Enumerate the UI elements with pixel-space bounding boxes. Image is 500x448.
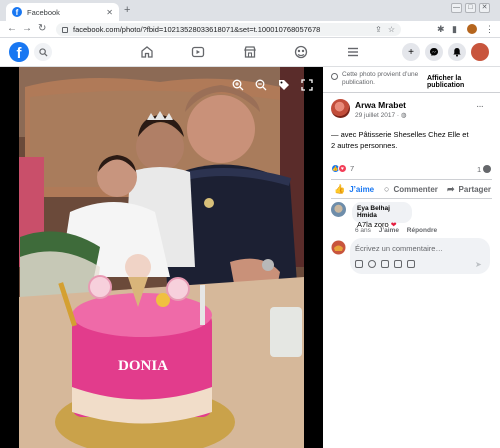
sticker-icon[interactable] xyxy=(355,260,363,268)
comment-reply-link[interactable]: Répondre xyxy=(407,227,437,234)
messenger-icon xyxy=(430,48,438,56)
post-tag-text: — avec Pâtisserie Sheselles Chez Elle et… xyxy=(331,129,469,151)
forward-icon[interactable]: → xyxy=(22,23,32,34)
browser-menu-icon[interactable]: ⋮ xyxy=(485,24,494,35)
messenger-button[interactable] xyxy=(425,43,443,61)
search-icon xyxy=(38,47,48,57)
groups-icon[interactable] xyxy=(294,45,308,59)
side-panel-icon[interactable]: ▮ xyxy=(452,24,457,35)
reaction-summary[interactable]: 👍 ♥ 7 xyxy=(331,164,354,173)
lock-icon xyxy=(62,26,68,33)
photo-viewer: DONIA xyxy=(0,67,323,448)
comment-meta: 6 ans J’aime Répondre xyxy=(355,227,437,234)
info-icon xyxy=(331,73,338,80)
gif-icon[interactable] xyxy=(394,260,402,268)
marketplace-icon[interactable] xyxy=(243,45,257,59)
share-icon[interactable]: ⇪ xyxy=(375,25,382,34)
bookmark-star-icon[interactable]: ☆ xyxy=(388,25,395,34)
search-button[interactable] xyxy=(34,43,52,61)
comment-button[interactable]: ○ Commenter xyxy=(384,184,438,194)
send-icon[interactable]: ➤ xyxy=(475,260,482,269)
reload-icon[interactable]: ↻ xyxy=(38,23,46,34)
birthday-photo: DONIA xyxy=(19,67,304,448)
avatar-sticker-icon[interactable] xyxy=(407,260,415,268)
menu-icon[interactable] xyxy=(346,45,360,59)
window-controls: — □ ✕ xyxy=(451,3,490,13)
back-icon[interactable]: ← xyxy=(7,23,17,34)
create-button[interactable]: + xyxy=(402,43,420,61)
author-name[interactable]: Arwa Mrabet xyxy=(355,100,406,110)
reaction-count: 7 xyxy=(350,164,355,173)
globe-icon: ◍ xyxy=(400,112,407,119)
new-tab-button[interactable]: + xyxy=(124,4,130,16)
cake-name-text: DONIA xyxy=(118,358,168,374)
like-button[interactable]: 👍 J’aime xyxy=(334,184,374,195)
minimize-button[interactable]: — xyxy=(451,3,462,13)
profile-avatar[interactable] xyxy=(467,24,477,34)
my-avatar xyxy=(331,240,346,255)
home-icon[interactable] xyxy=(140,45,154,59)
divider xyxy=(331,198,492,199)
post-date-text: 29 juillet 2017 · xyxy=(355,112,401,119)
commenter-name[interactable]: Eya Belhaj Hmida xyxy=(357,205,407,219)
comment-label: Commenter xyxy=(393,184,438,194)
tab-title: Facebook xyxy=(27,7,60,17)
url-input[interactable]: facebook.com/photo/?fbid=102135280336180… xyxy=(56,23,401,36)
thumbs-up-icon: 👍 xyxy=(334,183,346,194)
comment-icon: ○ xyxy=(384,184,390,194)
extensions-icon[interactable]: ✱ xyxy=(437,24,445,35)
tab-close-icon[interactable]: ✕ xyxy=(106,8,113,17)
url-text: facebook.com/photo/?fbid=102135280336180… xyxy=(73,25,321,34)
love-reaction-icon: ♥ xyxy=(338,164,347,173)
account-avatar[interactable] xyxy=(471,43,489,61)
comment-count[interactable]: 1 xyxy=(477,165,481,174)
tag-icon[interactable] xyxy=(276,77,292,93)
camera-icon[interactable] xyxy=(381,260,389,268)
maximize-button[interactable]: □ xyxy=(465,3,476,13)
show-post-button[interactable]: Afficher la publication xyxy=(427,75,500,89)
watch-icon[interactable] xyxy=(191,45,205,59)
more-options-button[interactable]: ··· xyxy=(476,101,484,112)
close-window-button[interactable]: ✕ xyxy=(479,3,490,13)
share-label: Partager xyxy=(458,184,492,194)
like-label: J’aime xyxy=(349,184,375,194)
facebook-logo[interactable]: f xyxy=(9,42,29,62)
post-actions: 👍 J’aime ○ Commenter ➦ Partager xyxy=(323,180,500,198)
zoom-in-icon[interactable] xyxy=(230,77,246,93)
share-button[interactable]: ➦ Partager xyxy=(447,184,491,195)
plus-icon: + xyxy=(408,46,414,58)
address-bar-row: ← → ↻ facebook.com/photo/?fbid=102135280… xyxy=(0,21,500,38)
zoom-out-icon[interactable] xyxy=(253,77,269,93)
notifications-button[interactable] xyxy=(448,43,466,61)
facebook-favicon: f xyxy=(12,7,22,17)
fullscreen-icon[interactable] xyxy=(299,77,315,93)
post-date[interactable]: 29 juillet 2017 · ◍ xyxy=(355,111,407,119)
comment-like-link[interactable]: J’aime xyxy=(379,227,399,234)
bell-icon xyxy=(453,48,461,57)
browser-tab[interactable]: f Facebook ✕ xyxy=(6,3,119,21)
comment-tools xyxy=(355,260,415,268)
divider xyxy=(323,92,500,93)
emoji-icon[interactable] xyxy=(368,260,376,268)
comment-bubble: Eya Belhaj Hmida A7la zoro ❤ xyxy=(352,202,412,229)
comment-age: 6 ans xyxy=(355,227,371,234)
browser-tab-bar: f Facebook ✕ + — □ ✕ xyxy=(0,0,500,21)
comment-bubble-icon xyxy=(483,165,491,173)
author-avatar[interactable] xyxy=(331,99,350,118)
post-tag-line: — avec Pâtisserie Sheselles Chez Elle et xyxy=(331,130,469,139)
comment-placeholder: Écrivez un commentaire… xyxy=(355,244,443,253)
commenter-avatar[interactable] xyxy=(331,202,346,217)
post-tag-line: 2 autres personnes. xyxy=(331,141,398,150)
facebook-top-bar: f + xyxy=(0,38,500,67)
share-arrow-icon: ➦ xyxy=(447,183,455,194)
photo-source-notice: Cette photo provient d’une publication. xyxy=(342,71,419,86)
